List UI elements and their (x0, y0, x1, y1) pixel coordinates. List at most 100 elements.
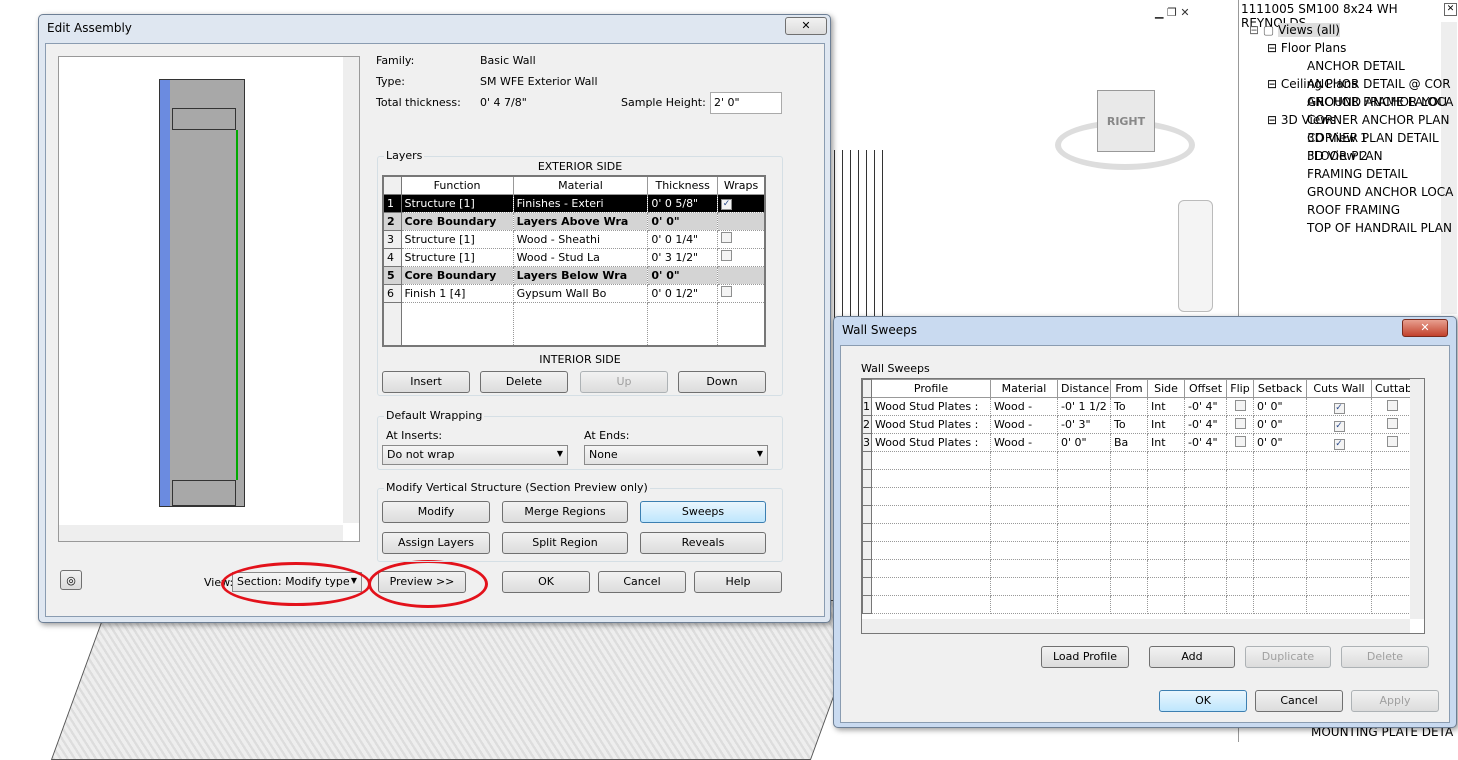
reveals-button[interactable]: Reveals (640, 532, 766, 554)
col-wraps[interactable]: Wraps (716, 175, 766, 195)
up-button[interactable]: Up (580, 371, 668, 393)
row-number[interactable]: 6 (382, 283, 402, 303)
cell-m[interactable]: Layers Below Wra (512, 265, 649, 285)
sample-height-input[interactable]: 2' 0" (710, 92, 782, 114)
cuts-wall-checkbox[interactable]: ✓ (1333, 402, 1345, 414)
table-row[interactable]: 5 Core Boundary Layers Below Wra 0' 0" (382, 265, 766, 285)
at-inserts-select[interactable]: Do not wrap (382, 445, 568, 465)
col-header[interactable]: Side (1147, 379, 1185, 398)
col-header[interactable]: Material (990, 379, 1058, 398)
cell-wraps[interactable]: ✓ (716, 193, 766, 213)
cuttable-checkbox[interactable] (1386, 399, 1398, 411)
cell-f[interactable]: Structure [1] (400, 229, 514, 249)
layers-table[interactable]: Function Material Thickness Wraps 1 Structur… (382, 175, 766, 347)
row-number[interactable]: 5 (382, 265, 402, 285)
delete-button[interactable]: Delete (480, 371, 568, 393)
row-number[interactable]: 2 (862, 415, 872, 434)
col-header[interactable]: From (1110, 379, 1148, 398)
table-row[interactable]: 2 Wood Stud Plates : Wood - -0' 3" To Int -0' … (862, 415, 1413, 434)
wraps-checkbox[interactable] (720, 286, 732, 297)
merge-regions-button[interactable]: Merge Regions (502, 501, 628, 523)
tree-item[interactable]: GROUND ANCHOR LOCA (1249, 93, 1453, 111)
cell-m[interactable]: Layers Above Wra (512, 211, 649, 231)
preview-hscrollbar[interactable] (59, 525, 343, 541)
delete-button[interactable]: Delete (1341, 646, 1429, 668)
ok-button[interactable]: OK (502, 571, 590, 593)
assign-layers-button[interactable]: Assign Layers (382, 532, 490, 554)
at-ends-select[interactable]: None (584, 445, 768, 465)
cancel-button[interactable]: Cancel (598, 571, 686, 593)
cell-t[interactable]: 0' 0 1/2" (647, 283, 718, 303)
cell-t[interactable]: 0' 0" (647, 265, 718, 285)
row-number[interactable]: 1 (862, 397, 872, 416)
cell-m[interactable]: Wood - (990, 433, 1058, 452)
flip-checkbox[interactable] (1234, 417, 1246, 429)
table-row[interactable]: 3 Structure [1] Wood - Sheathi 0' 0 1/4" (382, 229, 766, 249)
add-button[interactable]: Add (1149, 646, 1235, 668)
tree-item[interactable]: GROUND ANCHOR LOCA (1249, 183, 1453, 201)
split-region-button[interactable]: Split Region (502, 532, 628, 554)
table-row[interactable]: 2 Core Boundary Layers Above Wra 0' 0" (382, 211, 766, 231)
cell-t[interactable]: 0' 3 1/2" (647, 247, 718, 267)
wraps-checkbox[interactable] (720, 232, 732, 243)
row-number[interactable]: 3 (382, 229, 402, 249)
cell-cuttable[interactable] (1371, 433, 1413, 452)
close-button[interactable]: ✕ (785, 17, 827, 35)
row-number[interactable]: 3 (862, 433, 872, 452)
insert-button[interactable]: Insert (382, 371, 470, 393)
cell-wraps[interactable] (716, 229, 766, 249)
cell-cuttable[interactable] (1371, 397, 1413, 416)
cuttable-checkbox[interactable] (1386, 417, 1398, 429)
cell-f[interactable]: Core Boundary (400, 211, 514, 231)
tree-item[interactable]: ROOF FRAMING (1249, 201, 1453, 219)
tree-item[interactable]: 3D View 2 (1249, 147, 1453, 165)
ok-button[interactable]: OK (1159, 690, 1247, 712)
col-header[interactable]: Distance (1057, 379, 1111, 398)
cell-flip[interactable] (1226, 433, 1254, 452)
cell-cuttable[interactable] (1371, 415, 1413, 434)
preview-vscrollbar[interactable] (343, 57, 359, 523)
cell-setback[interactable]: 0' 0" (1253, 415, 1307, 434)
cell-d[interactable]: -0' 3" (1057, 415, 1111, 434)
row-number[interactable]: 2 (382, 211, 402, 231)
cell-flip[interactable] (1226, 397, 1254, 416)
cell-p[interactable]: Wood Stud Plates : (871, 397, 991, 416)
browser-close-icon[interactable]: ✕ (1444, 3, 1457, 16)
cell-m[interactable]: Wood - (990, 397, 1058, 416)
row-number[interactable]: 1 (382, 193, 402, 213)
cell-f[interactable]: To (1110, 415, 1148, 434)
help-button[interactable]: Help (694, 571, 782, 593)
tree-item[interactable]: ANCHOR DETAIL (1249, 57, 1453, 75)
cell-m[interactable]: Finishes - Exteri (512, 193, 649, 213)
navigation-bar[interactable] (1178, 200, 1213, 312)
duplicate-button[interactable]: Duplicate (1245, 646, 1331, 668)
cell-m[interactable]: Wood - Stud La (512, 247, 649, 267)
cell-m[interactable]: Wood - (990, 415, 1058, 434)
tree-root[interactable]: ⊟ ▢ Views (all) (1249, 21, 1453, 39)
cell-p[interactable]: Wood Stud Plates : (871, 415, 991, 434)
cell-f[interactable]: Ba (1110, 433, 1148, 452)
cell-s[interactable]: Int (1147, 397, 1185, 416)
cell-f[interactable]: To (1110, 397, 1148, 416)
table-row[interactable]: 6 Finish 1 [4] Gypsum Wall Bo 0' 0 1/2" (382, 283, 766, 303)
modify-button[interactable]: Modify (382, 501, 490, 523)
cell-o[interactable]: -0' 4" (1184, 397, 1227, 416)
cell-f[interactable]: Structure [1] (400, 247, 514, 267)
col-header[interactable]: Setback (1253, 379, 1307, 398)
apply-button[interactable]: Apply (1351, 690, 1439, 712)
cell-f[interactable]: Structure [1] (400, 193, 514, 213)
cell-t[interactable]: 0' 0 5/8" (647, 193, 718, 213)
cell-setback[interactable]: 0' 0" (1253, 397, 1307, 416)
wraps-checkbox[interactable]: ✓ (720, 199, 732, 210)
tree-floor-plans[interactable]: ⊟ Floor Plans (1249, 39, 1453, 57)
close-button[interactable]: ✕ (1402, 319, 1448, 337)
flip-checkbox[interactable] (1234, 399, 1246, 411)
table-row[interactable]: 1 Structure [1] Finishes - Exteri 0' 0 5/8"… (382, 193, 766, 213)
2d-view-toggle[interactable]: ◎ (60, 570, 82, 590)
cell-f[interactable]: Finish 1 [4] (400, 283, 514, 303)
cell-t[interactable]: 0' 0 1/4" (647, 229, 718, 249)
cancel-button[interactable]: Cancel (1255, 690, 1343, 712)
cell-p[interactable]: Wood Stud Plates : (871, 433, 991, 452)
tree-item[interactable]: TOP OF HANDRAIL PLAN (1249, 219, 1453, 237)
row-number[interactable]: 4 (382, 247, 402, 267)
